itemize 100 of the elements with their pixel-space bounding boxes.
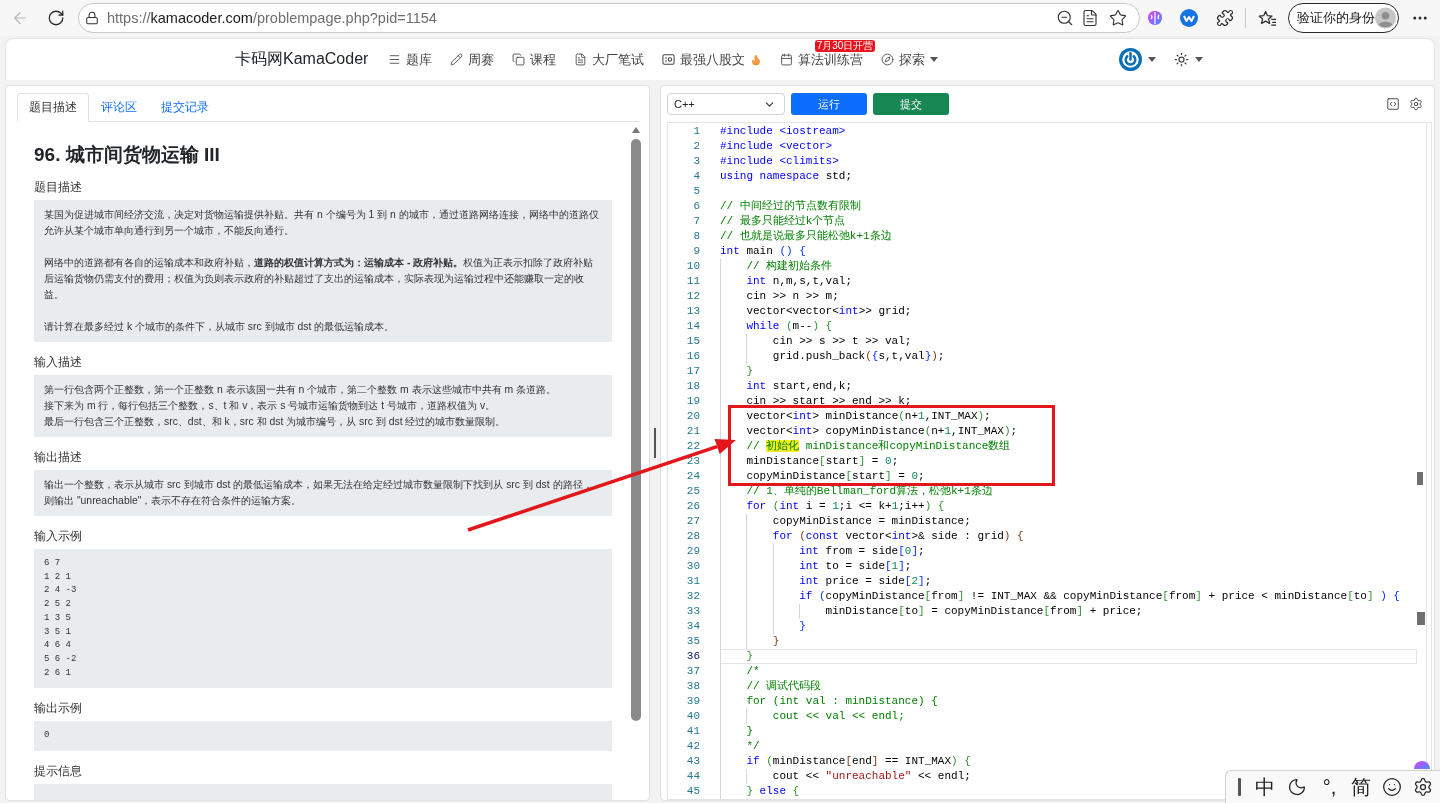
code-line: } else { — [746, 784, 800, 799]
input-mode-toggle[interactable]: 中 — [1254, 775, 1275, 799]
settings-icon[interactable] — [1409, 97, 1423, 111]
reload-icon[interactable] — [47, 9, 65, 27]
gradient-circle-icon[interactable] — [1146, 9, 1164, 27]
code-line: minDistance[start] = 0; — [746, 454, 899, 469]
description-text: 网络中的道路都有各自的运输成本和政府补贴，道路的权值计算方式为：运输成本 - 政府补贴。权值为正表示扣除了政府补贴后运输货物仍需支付的费用；权值为负则表示政府的补贴超过了支出的运输成本，实际表现为运输过程中还能赚取一定的收益。 — [44, 256, 595, 302]
code-line: // 也就是说最多只能松弛k+1条边 — [720, 229, 892, 244]
description-text: 输出一个整数，表示从城市 src 到城市 dst 的最低运输成本，如果无法在给定经过城市数量限制下找到从 src 到 dst 的路径，则输出 "unreachable"，表示不存在符合条件的运输方案。 — [44, 478, 594, 508]
line-number: 37 — [685, 664, 701, 679]
script-toggle[interactable]: 简 — [1351, 775, 1371, 799]
settings-icon[interactable] — [1412, 777, 1433, 797]
code-line: for (int val : minDistance) { — [746, 694, 938, 709]
code-line: } — [746, 364, 753, 379]
compass-icon — [881, 53, 895, 66]
panel-tab[interactable]: 评论区 — [89, 93, 149, 122]
line-number: 42 — [685, 739, 701, 754]
brand-logo[interactable]: 卡码网KamaCoder — [235, 49, 369, 70]
star-icon[interactable] — [1109, 9, 1127, 27]
scroll-up-arrow-icon[interactable] — [631, 127, 640, 133]
nav-link[interactable]: 课程 — [512, 49, 557, 70]
line-number: 35 — [685, 634, 701, 649]
code-line: cout << val << endl; — [772, 709, 905, 724]
line-number: 45 — [685, 784, 701, 799]
code-line: // 最多只能经过k个节点 — [720, 214, 846, 229]
overview-marker — [1417, 472, 1423, 485]
line-number: 25 — [685, 484, 701, 499]
reader-icon[interactable] — [1081, 9, 1099, 27]
user-menu-button[interactable] — [1119, 48, 1156, 71]
section-heading: 输出描述 — [34, 449, 83, 466]
line-number: 12 — [685, 289, 701, 304]
section-heading: 输出示例 — [34, 700, 83, 718]
lock-icon — [85, 11, 99, 25]
puzzle-icon[interactable] — [1216, 9, 1234, 27]
code-line: copyMinDistance = minDistance; — [772, 514, 971, 529]
line-number: 21 — [685, 424, 701, 439]
moon-icon[interactable] — [1286, 777, 1307, 797]
sample-line: 1 3 5 — [44, 611, 72, 625]
panel-tab[interactable]: 题目描述 — [17, 93, 89, 122]
code-line: vector<int> minDistance(n+1,INT_MAX); — [746, 409, 991, 424]
line-number: 30 — [685, 559, 701, 574]
code-line: #include <vector> — [720, 139, 833, 154]
sample-line: 0 — [44, 729, 51, 743]
indent-guide — [746, 769, 748, 784]
line-number: 26 — [685, 499, 701, 514]
sample-line: 5 6 -2 — [44, 652, 78, 666]
power-icon — [1119, 48, 1142, 71]
code-brackets-icon[interactable] — [1386, 97, 1400, 111]
line-number: 23 — [685, 454, 701, 469]
line-number: 38 — [685, 679, 701, 694]
line-number: 6 — [692, 199, 701, 214]
code-line: // 初始化 minDistance和copyMinDistance数组 — [746, 439, 1011, 454]
flame-icon — [750, 53, 763, 66]
line-number: 18 — [685, 379, 701, 394]
line-number: 8 — [692, 229, 701, 244]
line-number: 13 — [685, 304, 701, 319]
line-number: 32 — [685, 589, 701, 604]
sample-line: 3 5 1 — [44, 625, 72, 639]
zigzag-circle-icon[interactable] — [1180, 9, 1198, 27]
code-line: #include <climits> — [720, 154, 839, 169]
profile-button[interactable]: 验证你的身份 — [1288, 3, 1399, 33]
nav-link[interactable]: 题库 — [388, 49, 433, 70]
code-line: } — [799, 619, 806, 634]
indent-guide — [799, 604, 801, 619]
nav-link[interactable]: 周赛 — [450, 49, 495, 70]
address-bar[interactable]: https://kamacoder.com/problempage.php?pid=1154 — [78, 3, 1140, 33]
nav-link[interactable]: 最强八股文 — [662, 49, 763, 70]
code-line: for (int i = 1;i <= k+1;i++) { — [746, 499, 945, 514]
indent-guide — [746, 709, 748, 724]
favorites-icon[interactable] — [1258, 9, 1277, 27]
code-line: minDistance[to] = copyMinDistance[from] + price; — [825, 604, 1143, 619]
code-line: int from = side[0]; — [799, 544, 925, 559]
line-number: 14 — [685, 319, 701, 334]
code-line: #include <iostream> — [720, 124, 846, 139]
caret-icon — [1148, 57, 1156, 62]
line-number: 5 — [692, 184, 701, 199]
line-number: 27 — [685, 514, 701, 529]
line-number: 3 — [692, 154, 701, 169]
editor-action-button[interactable]: 运行 — [791, 93, 867, 115]
line-number: 34 — [685, 619, 701, 634]
scrollbar-thumb[interactable] — [630, 139, 641, 721]
sample-line: 2 4 -3 — [44, 584, 78, 598]
document-icon — [574, 53, 588, 66]
punctuation-toggle[interactable]: °, — [1322, 775, 1337, 799]
zoom-out-icon[interactable] — [1056, 9, 1074, 27]
description-text: 最后一行包含三个正整数，src、dst、和 k，src 和 dst 为城市编号，从 src 到 dst 经过的城市数量限制。 — [44, 415, 507, 429]
code-line: while (m--) { — [746, 319, 833, 334]
line-number: 28 — [685, 529, 701, 544]
grip-icon[interactable] — [1237, 778, 1241, 796]
editor-action-button[interactable]: 提交 — [873, 93, 949, 115]
theme-toggle-button[interactable] — [1174, 52, 1203, 67]
panel-tab[interactable]: 提交记录 — [149, 93, 221, 122]
resize-handle[interactable] — [654, 428, 656, 458]
nav-link[interactable]: 大厂笔试 — [574, 49, 645, 70]
smiley-icon[interactable] — [1381, 777, 1402, 797]
nav-link[interactable]: 探索 — [881, 49, 939, 70]
code-line: copyMinDistance[start] = 0; — [746, 469, 925, 484]
code-line: // 中间经过的节点数有限制 — [720, 199, 861, 214]
caret-icon — [1195, 57, 1203, 62]
language-select[interactable]: C++ — [667, 93, 785, 115]
